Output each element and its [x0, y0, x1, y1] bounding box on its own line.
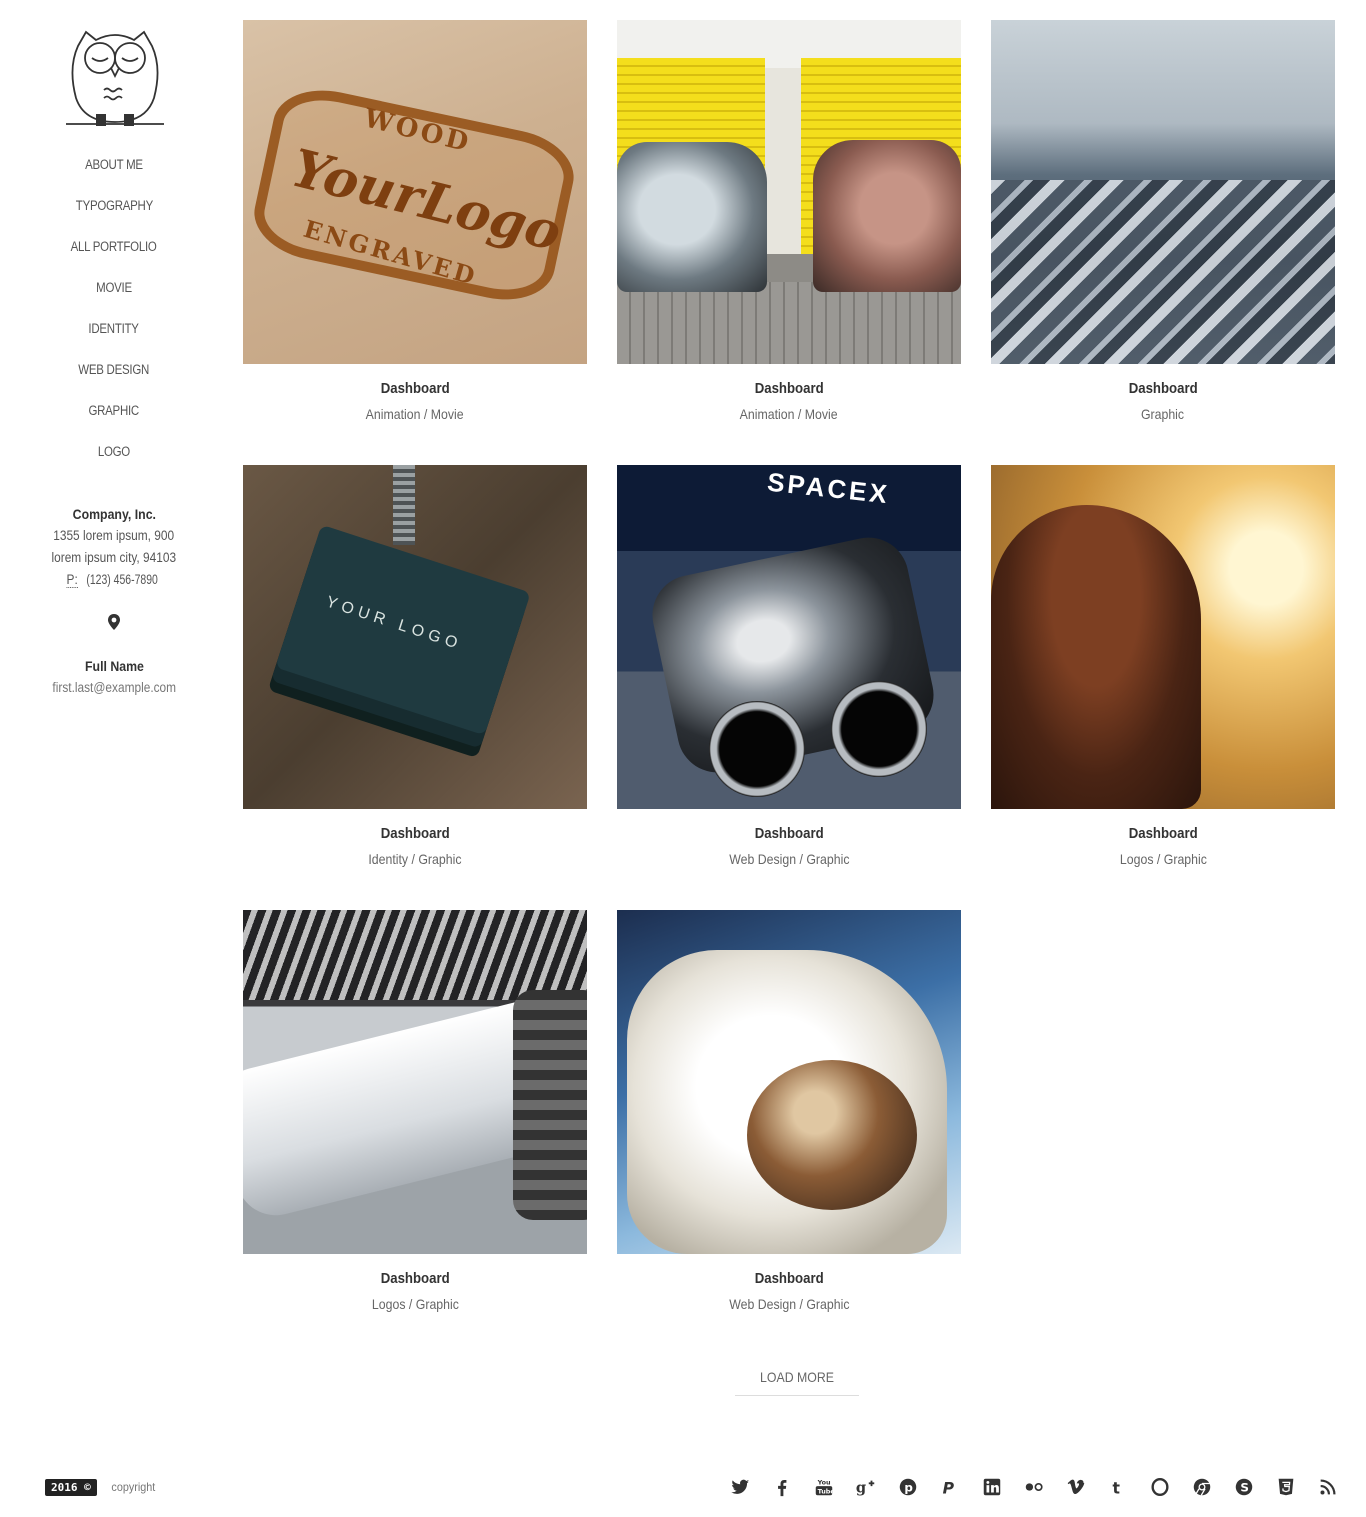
paypal-icon[interactable]: P: [939, 1476, 981, 1498]
portfolio-image-astronaut[interactable]: [617, 910, 961, 1254]
nav-web-design[interactable]: WEB DESIGN: [79, 355, 150, 385]
svg-text:S: S: [1240, 1481, 1249, 1495]
svg-text:P: P: [943, 1479, 955, 1497]
copyright-label: copyright: [111, 1480, 156, 1494]
contact-name: Full Name: [84, 658, 144, 674]
portfolio-category: Web Design / Graphic: [728, 851, 850, 867]
main-nav: ABOUT ME TYPOGRAPHY ALL PORTFOLIO MOVIE …: [0, 150, 228, 478]
portfolio-item[interactable]: YOUR LOGO Dashboard Identity / Graphic: [243, 465, 587, 869]
opera-icon[interactable]: [1149, 1476, 1191, 1498]
svg-text:t: t: [1113, 1479, 1121, 1497]
svg-text:p: p: [904, 1481, 913, 1495]
portfolio-category: Web Design / Graphic: [728, 1296, 850, 1312]
skype-icon[interactable]: S: [1233, 1476, 1275, 1498]
youtube-icon[interactable]: You Tube: [813, 1476, 855, 1498]
address-line-2: lorem ipsum city, 94103: [51, 550, 177, 565]
html5-icon[interactable]: [1275, 1476, 1317, 1498]
portfolio-category: Logos / Graphic: [1119, 851, 1207, 867]
portfolio-category: Animation / Movie: [740, 406, 838, 422]
portfolio-category: Identity / Graphic: [368, 851, 462, 867]
footer-copyright: 2016 © copyright: [45, 1477, 157, 1497]
address-line-1: 1355 lorem ipsum, 900: [53, 528, 175, 543]
flickr-icon[interactable]: [1023, 1476, 1065, 1498]
portfolio-image-rocket-engine[interactable]: SPACEX: [617, 465, 961, 809]
portfolio-title[interactable]: Dashboard: [381, 824, 450, 844]
portfolio-item[interactable]: Dashboard Logos / Graphic: [991, 465, 1335, 869]
portfolio-item[interactable]: Dashboard Animation / Movie: [617, 20, 961, 424]
load-more-button[interactable]: LOAD MORE: [735, 1366, 859, 1396]
portfolio-title[interactable]: Dashboard: [755, 824, 824, 844]
portfolio-item[interactable]: Dashboard Graphic: [991, 20, 1335, 424]
rss-icon[interactable]: [1317, 1476, 1359, 1498]
nav-about-me[interactable]: ABOUT ME: [85, 150, 143, 180]
contact-email[interactable]: first.last@example.com: [52, 677, 176, 699]
contact-info: Full Name first.last@example.com: [0, 655, 228, 699]
linkedin-icon[interactable]: [981, 1476, 1023, 1498]
portfolio-category: Animation / Movie: [366, 406, 464, 422]
map-pin-icon[interactable]: [106, 613, 122, 631]
nav-graphic[interactable]: GRAPHIC: [89, 396, 140, 426]
portfolio-image-girl-sunset[interactable]: [991, 465, 1335, 809]
nav-movie[interactable]: MOVIE: [96, 273, 132, 303]
phone-number: (123) 456-7890: [85, 572, 158, 587]
chrome-icon[interactable]: [1191, 1476, 1233, 1498]
company-name: Company, Inc.: [72, 506, 156, 522]
phone-label: P:: [66, 572, 78, 588]
image-text: SPACEX: [765, 466, 892, 510]
social-links: You Tube g p P t S: [729, 1476, 1359, 1498]
portfolio-image-business-cards[interactable]: YOUR LOGO: [243, 465, 587, 809]
portfolio-item[interactable]: WOOD YourLogo ENGRAVED Dashboard Animati…: [243, 20, 587, 424]
portfolio-title[interactable]: Dashboard: [1129, 379, 1198, 399]
nav-identity[interactable]: IDENTITY: [89, 314, 139, 344]
portfolio-item[interactable]: SPACEX Dashboard Web Design / Graphic: [617, 465, 961, 869]
portfolio-title[interactable]: Dashboard: [755, 1269, 824, 1289]
svg-text:You: You: [817, 1478, 831, 1486]
portfolio-title[interactable]: Dashboard: [381, 379, 450, 399]
pinterest-icon[interactable]: p: [897, 1476, 939, 1498]
portfolio-title[interactable]: Dashboard: [1129, 824, 1198, 844]
nav-all-portfolio[interactable]: ALL PORTFOLIO: [71, 232, 157, 262]
tumblr-icon[interactable]: t: [1107, 1476, 1149, 1498]
svg-text:Tube: Tube: [818, 1487, 835, 1495]
vimeo-icon[interactable]: [1065, 1476, 1107, 1498]
twitter-icon[interactable]: [729, 1476, 771, 1498]
portfolio-image-rocket-hangar[interactable]: [243, 910, 587, 1254]
portfolio-image-city-rooftops[interactable]: [991, 20, 1335, 364]
portfolio-title[interactable]: Dashboard: [381, 1269, 450, 1289]
load-more-label: LOAD MORE: [760, 1369, 834, 1385]
svg-text:g: g: [856, 1480, 866, 1497]
google-plus-icon[interactable]: g: [855, 1476, 897, 1498]
company-address: Company, Inc. 1355 lorem ipsum, 900 lore…: [0, 503, 228, 591]
owl-logo-icon[interactable]: [66, 28, 164, 128]
portfolio-category: Graphic: [1141, 406, 1185, 422]
copyright-year-badge: 2016 ©: [45, 1478, 97, 1496]
portfolio-category: Logos / Graphic: [371, 1296, 459, 1312]
portfolio-image-vintage-cars[interactable]: [617, 20, 961, 364]
portfolio-item[interactable]: Dashboard Logos / Graphic: [243, 910, 587, 1314]
portfolio-title[interactable]: Dashboard: [755, 379, 824, 399]
facebook-icon[interactable]: [771, 1476, 813, 1498]
nav-typography[interactable]: TYPOGRAPHY: [75, 191, 152, 221]
portfolio-image-wood-logo[interactable]: WOOD YourLogo ENGRAVED: [243, 20, 587, 364]
nav-logo[interactable]: LOGO: [98, 437, 130, 467]
portfolio-item[interactable]: Dashboard Web Design / Graphic: [617, 910, 961, 1314]
